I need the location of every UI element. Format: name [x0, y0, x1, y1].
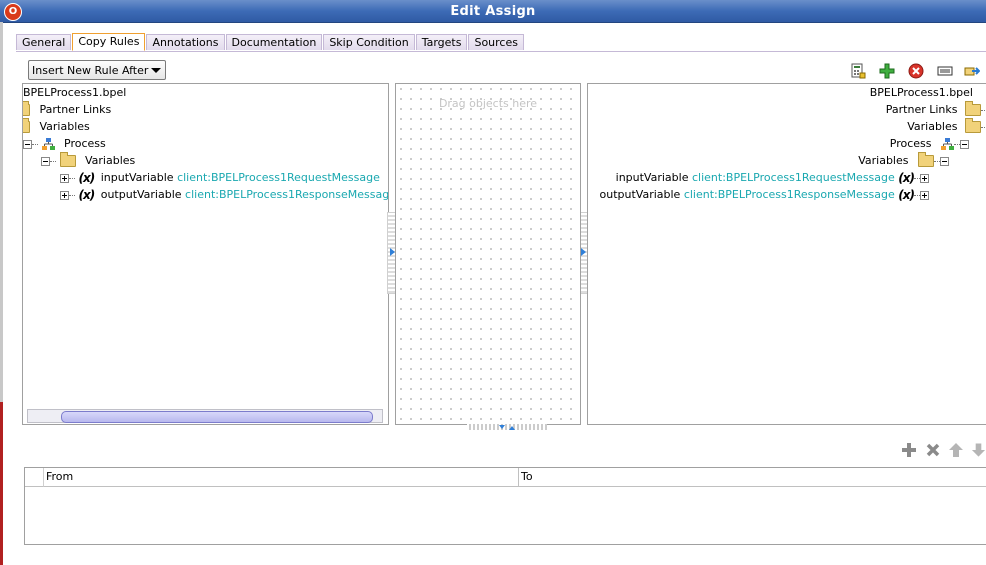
rule-position-dropdown[interactable]: Insert New Rule After: [28, 60, 166, 80]
process-icon: [41, 137, 55, 150]
expand-icon[interactable]: [60, 190, 69, 200]
tree-root-label: BPELProcess1.bpel: [869, 86, 973, 99]
collapse-arrow-icon[interactable]: [581, 248, 586, 256]
folder-open-icon: [918, 152, 934, 167]
tree-item-output-variable[interactable]: outputVariable client:BPELProcess1Respon…: [599, 186, 929, 203]
row-header-corner: [25, 468, 44, 487]
tree-item-process[interactable]: Process: [890, 135, 969, 152]
tree-item-label: Variables: [858, 154, 909, 167]
tree-item-process[interactable]: Process: [23, 135, 106, 152]
tree-connector: [32, 143, 38, 145]
rule-position-value: Insert New Rule After: [32, 64, 149, 77]
variable-type: client:BPELProcess1ResponseMessage: [185, 188, 389, 201]
copy-rules-table: From To: [24, 467, 986, 545]
tab-documentation[interactable]: Documentation: [225, 34, 323, 50]
variable-name: outputVariable: [100, 188, 182, 201]
tab-annotations[interactable]: Annotations: [146, 34, 225, 50]
tab-targets[interactable]: Targets: [415, 34, 468, 50]
collapse-icon[interactable]: [960, 139, 969, 149]
tab-sources[interactable]: Sources: [468, 34, 524, 50]
column-header-label: From: [46, 470, 74, 483]
tab-divider: [16, 51, 986, 52]
source-tree-panel: BPELProcess1.bpel Partner Links Variable…: [22, 83, 389, 425]
variable-icon: (x): [898, 187, 915, 202]
mapping-canvas[interactable]: Drag objects here: [395, 83, 581, 425]
variable-icon: (x): [78, 187, 96, 202]
tree-item-output-variable[interactable]: (x) outputVariable client:BPELProcess1Re…: [60, 186, 389, 203]
xml-fragment-icon[interactable]: [937, 63, 953, 79]
delete-icon[interactable]: [908, 63, 924, 79]
move-down-icon[interactable]: [971, 442, 986, 458]
tree-item-input-variable[interactable]: (x) inputVariable client:BPELProcess1Req…: [60, 169, 380, 186]
add-rule-icon[interactable]: [901, 442, 917, 458]
variable-name: outputVariable: [599, 188, 681, 201]
tree-item-label: Partner Links: [39, 103, 112, 116]
tree-root[interactable]: BPELProcess1.bpel: [870, 84, 973, 101]
tree-item-label: Process: [889, 137, 932, 150]
target-tree-panel: BPELProcess1.bpel Partner Links Variable…: [587, 83, 986, 425]
tree-item-label: Variables: [85, 154, 136, 167]
split-arrows-icon[interactable]: [498, 424, 516, 432]
variable-type: client:BPELProcess1ResponseMessage: [683, 188, 895, 201]
tree-root[interactable]: BPELProcess1.bpel: [23, 84, 126, 101]
tree-connector: [981, 109, 986, 111]
column-header-to[interactable]: To: [519, 468, 986, 487]
title-bar: O Edit Assign: [0, 0, 986, 23]
folder-icon: [965, 101, 981, 116]
collapse-icon[interactable]: [23, 139, 32, 149]
link-icon[interactable]: [964, 63, 980, 79]
window-edge-accent: [0, 402, 3, 565]
tree-item-label: Variables: [39, 120, 90, 133]
tree-item-process-variables[interactable]: Variables: [41, 152, 135, 169]
expand-icon[interactable]: [920, 190, 929, 200]
folder-icon: [23, 101, 30, 116]
tab-general[interactable]: General: [16, 34, 72, 50]
tree-item-variables[interactable]: Variables: [23, 118, 90, 135]
window-title: Edit Assign: [450, 4, 536, 19]
folder-open-icon: [59, 152, 76, 167]
tree-connector: [50, 160, 56, 162]
remove-rule-icon[interactable]: [925, 442, 941, 458]
tree-item-label: Variables: [907, 120, 958, 133]
tab-skip-condition[interactable]: Skip Condition: [323, 34, 415, 50]
tree-connector: [69, 194, 75, 196]
tree-item-label: Process: [64, 137, 106, 150]
tab-copy-rules[interactable]: Copy Rules: [72, 33, 146, 51]
variable-type: client:BPELProcess1RequestMessage: [177, 171, 380, 184]
variable-name: inputVariable: [100, 171, 174, 184]
process-icon: [941, 137, 954, 150]
tree-root-label: BPELProcess1.bpel: [23, 86, 127, 99]
tree-item-input-variable[interactable]: inputVariable client:BPELProcess1Request…: [616, 169, 929, 186]
drop-hint: Drag objects here: [438, 97, 538, 110]
tree-item-partner-links[interactable]: Partner Links: [886, 101, 986, 118]
variable-name: inputVariable: [615, 171, 689, 184]
column-header-label: To: [521, 470, 533, 483]
column-header-from[interactable]: From: [25, 468, 519, 487]
expand-icon[interactable]: [60, 173, 69, 183]
expand-icon[interactable]: [920, 173, 929, 183]
scrollbar-thumb[interactable]: [61, 411, 373, 423]
window-left-edge: [0, 22, 3, 565]
add-icon[interactable]: [879, 63, 895, 79]
folder-icon: [965, 118, 981, 133]
expression-builder-icon[interactable]: [850, 63, 866, 79]
tree-connector: [69, 177, 75, 179]
variable-icon: (x): [898, 170, 915, 185]
collapse-icon[interactable]: [41, 156, 50, 166]
tree-item-variables[interactable]: Variables: [907, 118, 986, 135]
collapse-icon[interactable]: [940, 156, 949, 166]
tree-item-partner-links[interactable]: Partner Links: [23, 101, 111, 118]
move-up-icon[interactable]: [948, 442, 964, 458]
folder-icon: [23, 118, 30, 133]
tab-bar: General Copy Rules Annotations Documenta…: [16, 33, 525, 51]
variable-type: client:BPELProcess1RequestMessage: [691, 171, 895, 184]
tree-item-process-variables[interactable]: Variables: [858, 152, 949, 169]
variable-icon: (x): [78, 170, 96, 185]
tree-connector: [981, 126, 986, 128]
chevron-down-icon: [151, 68, 161, 73]
horizontal-scrollbar[interactable]: [27, 409, 383, 423]
tree-item-label: Partner Links: [885, 103, 958, 116]
